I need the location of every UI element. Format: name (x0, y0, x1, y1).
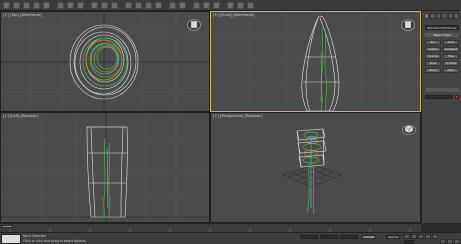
bind-icon[interactable] (43, 2, 50, 9)
object-type-rollout[interactable]: Object Type (425, 33, 459, 37)
status-bar: None Selected Click or click-and-drag to… (0, 232, 461, 244)
select-by-name-icon[interactable] (67, 2, 74, 9)
sphere-button[interactable]: Sphere (425, 47, 441, 52)
y-coordinate-field[interactable] (320, 235, 338, 239)
undo-icon[interactable] (3, 2, 10, 9)
zoom-icon[interactable] (440, 239, 446, 244)
display-tab-icon[interactable] (448, 13, 453, 19)
move-icon[interactable] (91, 2, 98, 9)
viewcube-icon[interactable] (402, 121, 416, 135)
create-tab-icon[interactable] (424, 13, 429, 19)
torus-button[interactable]: Torus (425, 61, 441, 66)
teapot-button[interactable]: Teapot (425, 68, 441, 73)
viewport-top[interactable]: [+] [Top] [Wireframe] (0, 11, 210, 112)
layer-icon[interactable] (193, 2, 200, 9)
pyramid-button[interactable]: Pyramid (443, 61, 459, 66)
category-dropdown[interactable]: Standard Primitives (425, 25, 459, 30)
name-and-color-rollout[interactable] (425, 88, 459, 92)
angle-snap-icon[interactable] (145, 2, 152, 9)
current-frame-field[interactable] (404, 240, 414, 244)
align-icon[interactable] (179, 2, 186, 9)
geosphere-button[interactable]: GeoSphere (443, 47, 459, 52)
scale-icon[interactable] (111, 2, 118, 9)
curve-editor-icon[interactable] (203, 2, 210, 9)
select-icon[interactable] (57, 2, 64, 9)
render-setup-icon[interactable] (237, 2, 244, 9)
maxscript-listener[interactable] (1, 234, 21, 244)
render-icon[interactable] (247, 2, 254, 9)
motion-tab-icon[interactable] (442, 13, 447, 19)
track-bar: 0 / 100 (0, 223, 421, 233)
schematic-icon[interactable] (213, 2, 220, 9)
orbit-icon[interactable] (454, 239, 460, 244)
object-color-swatch[interactable] (455, 95, 459, 99)
rotate-icon[interactable] (101, 2, 108, 9)
front-view-canvas (211, 12, 420, 111)
rect-selection-icon[interactable] (77, 2, 84, 9)
object-name-field[interactable] (425, 95, 453, 99)
viewport-perspective[interactable]: [+] [Perspective] [Realistic] (210, 112, 421, 223)
z-coordinate-field[interactable] (340, 235, 358, 239)
next-frame-icon[interactable] (425, 234, 431, 239)
plane-button[interactable]: Plane (443, 68, 459, 73)
time-slider[interactable]: 0 / 100 (1, 225, 13, 228)
utilities-tab-icon[interactable] (454, 13, 459, 19)
command-panel: Standard Primitives Object Type Box Cone… (421, 11, 461, 223)
left-view-canvas (1, 113, 209, 222)
command-panel-tabs (424, 13, 460, 19)
tube-button[interactable]: Tube (443, 54, 459, 59)
viewcube-icon[interactable] (187, 17, 201, 31)
prompt-line: Click or click-and-drag to select object… (23, 239, 86, 243)
selection-status: None Selected (23, 234, 47, 238)
auto-key-button[interactable]: Auto Key (362, 235, 376, 239)
viewport-left[interactable]: [+] [Left] [Realistic] (0, 112, 210, 223)
previous-frame-icon[interactable] (411, 234, 417, 239)
link-icon[interactable] (23, 2, 30, 9)
hierarchy-tab-icon[interactable] (436, 13, 441, 19)
x-coordinate-field[interactable] (300, 235, 318, 239)
modify-tab-icon[interactable] (430, 13, 435, 19)
play-icon[interactable] (418, 234, 424, 239)
viewcube-icon[interactable] (401, 17, 415, 31)
unlink-icon[interactable] (33, 2, 40, 9)
main-toolbar (0, 0, 461, 11)
cylinder-button[interactable]: Cylinder (425, 54, 441, 59)
go-to-start-icon[interactable] (404, 234, 410, 239)
set-key-filter-dropdown[interactable]: Selected (386, 235, 400, 239)
snap-icon[interactable] (135, 2, 142, 9)
viewport-front[interactable]: [+] [Front] [Wireframe] (210, 11, 421, 112)
cone-button[interactable]: Cone (443, 40, 459, 45)
box-button[interactable]: Box (425, 40, 441, 45)
redo-icon[interactable] (13, 2, 20, 9)
mirror-icon[interactable] (169, 2, 176, 9)
material-editor-icon[interactable] (227, 2, 234, 9)
pan-icon[interactable] (447, 239, 453, 244)
go-to-end-icon[interactable] (432, 234, 438, 239)
top-view-canvas (1, 12, 209, 111)
perspective-view-canvas (282, 128, 342, 215)
percent-snap-icon[interactable] (155, 2, 162, 9)
pivot-icon[interactable] (125, 2, 132, 9)
